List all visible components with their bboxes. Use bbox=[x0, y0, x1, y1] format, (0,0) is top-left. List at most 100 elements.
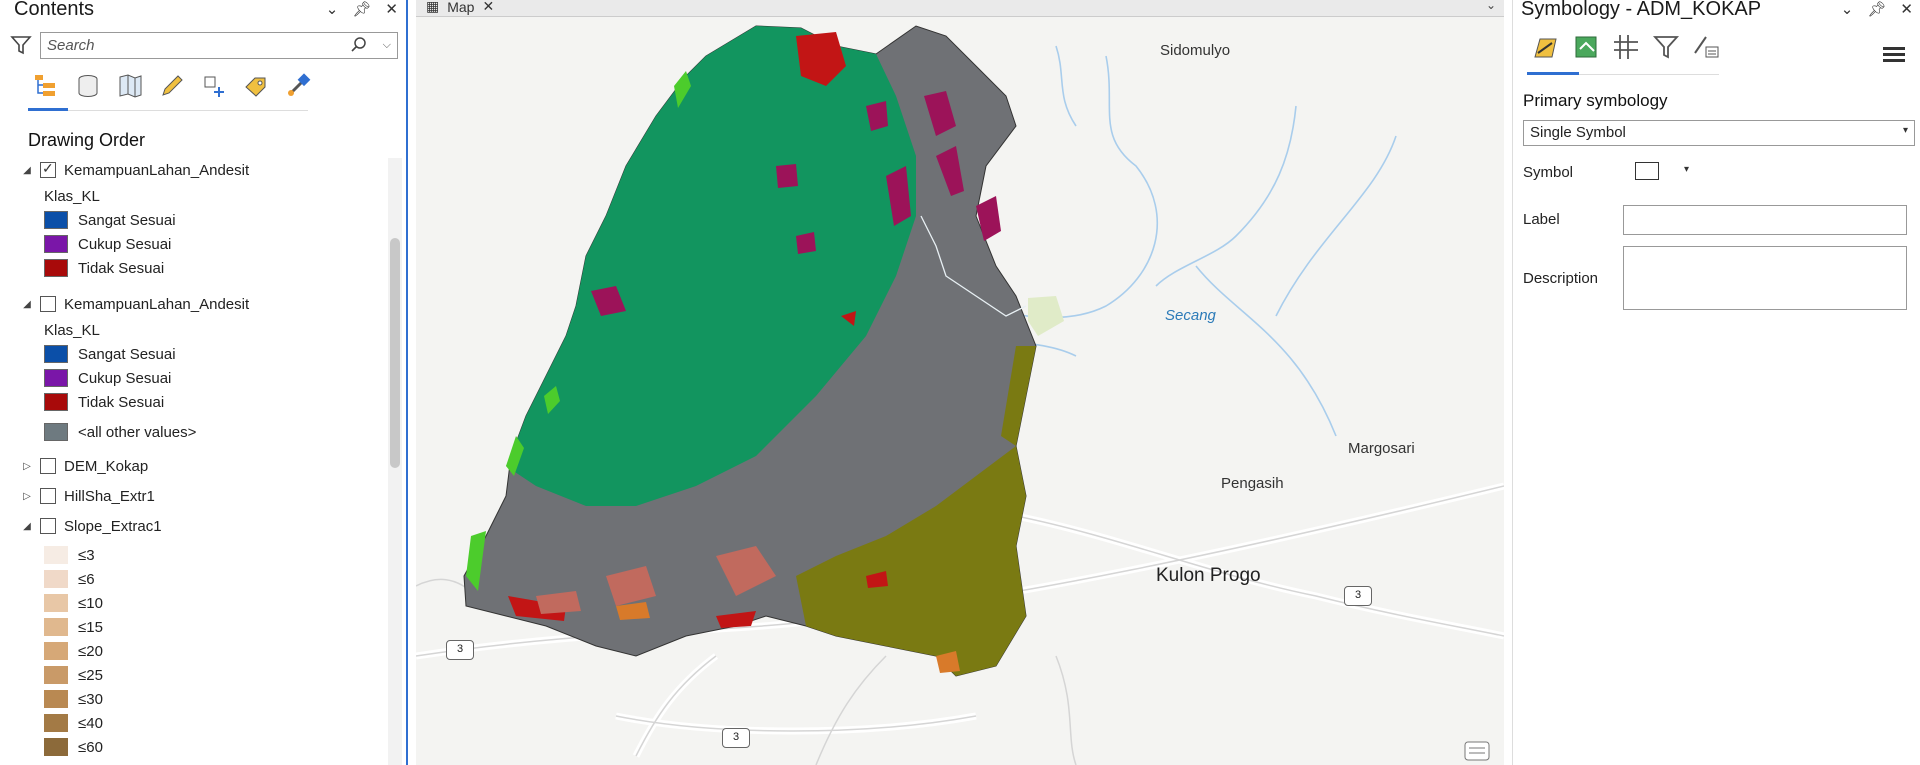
legend-item[interactable]: ≤3 bbox=[44, 543, 95, 567]
hamburger-menu-icon[interactable] bbox=[1883, 44, 1905, 65]
layer-visibility-checkbox[interactable] bbox=[40, 488, 56, 504]
legend-swatch[interactable] bbox=[44, 546, 68, 564]
pin-icon[interactable]: 📌︎ bbox=[1867, 0, 1886, 18]
expand-triangle-icon[interactable]: ◢ bbox=[22, 299, 32, 310]
legend-swatch[interactable] bbox=[44, 423, 68, 441]
legend-item[interactable]: ≤10 bbox=[44, 591, 103, 615]
legend-label: ≤30 bbox=[78, 690, 103, 708]
description-field-label: Description bbox=[1523, 270, 1599, 287]
legend-swatch[interactable] bbox=[44, 235, 68, 253]
legend-swatch[interactable] bbox=[44, 618, 68, 636]
layer-name: HillSha_Extr1 bbox=[64, 487, 155, 505]
layer-visibility-checkbox[interactable] bbox=[40, 518, 56, 534]
layer-row[interactable]: ◢ KemampuanLahan_Andesit bbox=[22, 292, 249, 316]
contents-pane: Contents ⌄ 📌︎ ✕ Search ⌵ Drawing Order ◢… bbox=[0, 0, 408, 765]
legend-swatch[interactable] bbox=[44, 738, 68, 756]
legend-swatch[interactable] bbox=[44, 666, 68, 684]
legend-swatch[interactable] bbox=[44, 369, 68, 387]
symbol-layer-drawing-tab[interactable] bbox=[1611, 30, 1641, 64]
legend-label: Sangat Sesuai bbox=[78, 211, 176, 229]
symbol-swatch[interactable] bbox=[1635, 162, 1659, 180]
legend-label: ≤40 bbox=[78, 714, 103, 732]
layer-visibility-checkbox[interactable] bbox=[40, 458, 56, 474]
legend-item[interactable]: ≤40 bbox=[44, 711, 103, 735]
chevron-down-icon[interactable]: ⌵ bbox=[383, 39, 391, 52]
layer-row[interactable]: ◢ Slope_Extrac1 bbox=[22, 514, 161, 538]
legend-item[interactable]: Cukup Sesuai bbox=[44, 366, 171, 390]
legend-item[interactable]: <all other values> bbox=[44, 420, 196, 444]
layer-visibility-checkbox[interactable] bbox=[40, 160, 56, 178]
map-canvas[interactable] bbox=[416, 16, 1504, 765]
expand-triangle-icon[interactable]: ◢ bbox=[22, 165, 32, 176]
scrollbar-thumb[interactable] bbox=[390, 238, 400, 468]
legend-item[interactable]: ≤30 bbox=[44, 687, 103, 711]
contents-window-controls: ⌄ 📌︎ ✕ bbox=[326, 0, 398, 18]
list-by-perspective-imagery-icon[interactable] bbox=[284, 72, 312, 100]
layer-row[interactable]: ▷ HillSha_Extr1 bbox=[22, 484, 155, 508]
map-tab[interactable]: ▦ Map ✕ bbox=[426, 0, 494, 15]
dropdown-arrow-icon[interactable]: ▾ bbox=[1684, 164, 1689, 175]
route-shield: 3 bbox=[446, 640, 474, 660]
list-by-drawing-order-icon[interactable] bbox=[32, 72, 60, 100]
legend-label: Cukup Sesuai bbox=[78, 369, 172, 387]
close-icon[interactable]: ✕ bbox=[385, 0, 398, 18]
primary-symbology-tab[interactable] bbox=[1531, 30, 1561, 64]
list-by-source-icon[interactable] bbox=[74, 72, 102, 100]
legend-item[interactable]: ≤6 bbox=[44, 567, 95, 591]
legend-label: ≤10 bbox=[78, 594, 103, 612]
expand-triangle-icon[interactable]: ◢ bbox=[22, 521, 32, 532]
expand-triangle-icon[interactable]: ▷ bbox=[22, 491, 32, 502]
legend-item[interactable]: Sangat Sesuai bbox=[44, 208, 176, 232]
chevron-down-icon[interactable]: ⌄ bbox=[1486, 0, 1496, 12]
filter-icon[interactable] bbox=[1651, 30, 1681, 64]
search-icon[interactable] bbox=[351, 37, 367, 53]
legend-swatch[interactable] bbox=[44, 570, 68, 588]
layer-visibility-checkbox[interactable] bbox=[40, 296, 56, 312]
layer-row[interactable]: ◢ KemampuanLahan_Andesit bbox=[22, 158, 249, 182]
toolbar-divider bbox=[68, 110, 308, 111]
legend-item[interactable]: Tidak Sesuai bbox=[44, 390, 164, 414]
chevron-down-icon[interactable]: ⌄ bbox=[326, 0, 339, 18]
field-name: Klas_KL bbox=[44, 321, 100, 339]
pin-icon[interactable]: 📌︎ bbox=[352, 0, 371, 18]
primary-symbology-select[interactable]: Single Symbol ▾ bbox=[1523, 120, 1915, 146]
filter-icon[interactable] bbox=[10, 34, 32, 56]
symbology-window-controls: ⌄ 📌︎ ✕ bbox=[1841, 0, 1913, 18]
description-input[interactable] bbox=[1623, 246, 1907, 310]
legend-item[interactable]: ≤60 bbox=[44, 735, 103, 759]
map-view[interactable]: ▦ Map ✕ ⌄ Sidomulyo Secang Margosari Pen… bbox=[416, 0, 1504, 765]
legend-label: ≤25 bbox=[78, 666, 103, 684]
legend-swatch[interactable] bbox=[44, 259, 68, 277]
label-input[interactable] bbox=[1623, 205, 1907, 235]
list-by-selection-icon[interactable] bbox=[116, 72, 144, 100]
vary-symbology-tab[interactable] bbox=[1571, 30, 1601, 64]
legend-swatch[interactable] bbox=[44, 690, 68, 708]
legend-swatch[interactable] bbox=[44, 393, 68, 411]
attribute-driven-icon[interactable] bbox=[1691, 30, 1721, 64]
legend-item[interactable]: Sangat Sesuai bbox=[44, 342, 176, 366]
legend-item[interactable]: Cukup Sesuai bbox=[44, 232, 171, 256]
legend-label: Cukup Sesuai bbox=[78, 235, 172, 253]
legend-item[interactable]: ≤15 bbox=[44, 615, 103, 639]
primary-symbology-value: Single Symbol bbox=[1530, 124, 1626, 141]
search-input[interactable]: Search ⌵ bbox=[40, 32, 398, 59]
close-icon[interactable]: ✕ bbox=[482, 0, 494, 15]
list-by-editing-icon[interactable] bbox=[158, 72, 186, 100]
legend-item[interactable]: ≤25 bbox=[44, 663, 103, 687]
dropdown-arrow-icon[interactable]: ▾ bbox=[1903, 125, 1908, 136]
list-by-snapping-icon[interactable] bbox=[200, 72, 228, 100]
legend-swatch[interactable] bbox=[44, 594, 68, 612]
chevron-down-icon[interactable]: ⌄ bbox=[1841, 0, 1854, 18]
legend-label: <all other values> bbox=[78, 423, 197, 441]
map-tools-icon[interactable] bbox=[1464, 741, 1490, 761]
legend-swatch[interactable] bbox=[44, 345, 68, 363]
legend-item[interactable]: ≤20 bbox=[44, 639, 103, 663]
layer-row[interactable]: ▷ DEM_Kokap bbox=[22, 454, 148, 478]
legend-swatch[interactable] bbox=[44, 714, 68, 732]
legend-item[interactable]: Tidak Sesuai bbox=[44, 256, 164, 280]
legend-swatch[interactable] bbox=[44, 642, 68, 660]
list-by-labeling-icon[interactable] bbox=[242, 72, 270, 100]
expand-triangle-icon[interactable]: ▷ bbox=[22, 461, 32, 472]
close-icon[interactable]: ✕ bbox=[1900, 0, 1913, 18]
legend-swatch[interactable] bbox=[44, 211, 68, 229]
